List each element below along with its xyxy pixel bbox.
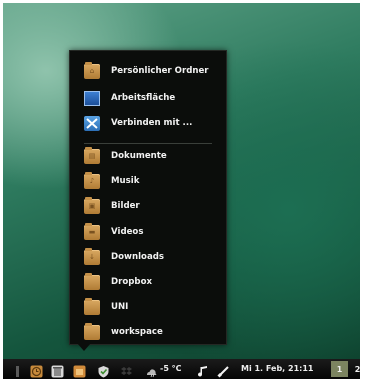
desktop: ⌂ Persönlicher Ordner Arbeitsfläche Verb…: [3, 3, 360, 379]
places-folder-icon[interactable]: [73, 363, 86, 378]
folder-icon: [84, 272, 100, 290]
menu-item-downloads[interactable]: ↓ Downloads: [84, 247, 224, 267]
menu-separator: [84, 143, 212, 144]
menu-item-dokumente[interactable]: ▤ Dokumente: [84, 146, 224, 166]
dropbox-icon[interactable]: [120, 363, 133, 376]
menu-item-label: Dokumente: [111, 151, 167, 161]
music-folder-icon: ♪: [84, 171, 100, 189]
menu-item-label: Musik: [111, 176, 140, 186]
workspace-1-button[interactable]: 1: [331, 361, 348, 377]
downloads-folder-icon: ↓: [84, 247, 100, 265]
menu-item-label: Verbinden mit ...: [111, 118, 193, 128]
menu-item-label: UNI: [111, 302, 129, 312]
trash-icon[interactable]: [51, 363, 64, 378]
menu-item-connect[interactable]: Verbinden mit ...: [84, 113, 224, 133]
panel-divider-icon: [11, 363, 24, 377]
menu-item-bilder[interactable]: ▣ Bilder: [84, 196, 224, 216]
menu-item-home[interactable]: ⌂ Persönlicher Ordner: [84, 61, 224, 81]
menu-item-label: Bilder: [111, 201, 140, 211]
menu-item-desktop[interactable]: Arbeitsfläche: [84, 88, 224, 108]
workspace-2-button[interactable]: 2: [349, 361, 360, 377]
weather-icon[interactable]: [145, 363, 158, 378]
temperature-label: -5 °C: [160, 364, 182, 373]
bottom-panel: -5 °C Mi 1. Feb, 21:11 1 2: [3, 359, 360, 379]
clock-label[interactable]: Mi 1. Feb, 21:11: [241, 364, 313, 373]
menu-item-label: workspace: [111, 327, 163, 337]
menu-item-label: Arbeitsfläche: [111, 93, 176, 103]
sound-icon[interactable]: [197, 363, 210, 377]
connect-to-server-icon: [84, 115, 100, 131]
network-icon[interactable]: [217, 363, 230, 378]
menu-pointer: [77, 343, 91, 351]
menu-item-label: Downloads: [111, 252, 165, 262]
clock-app-icon[interactable]: [30, 363, 43, 378]
folder-icon: [84, 322, 100, 340]
desktop-icon: [84, 90, 100, 106]
pictures-folder-icon: ▣: [84, 196, 100, 214]
menu-item-dropbox[interactable]: Dropbox: [84, 272, 224, 292]
menu-item-label: Dropbox: [111, 277, 153, 287]
places-menu: ⌂ Persönlicher Ordner Arbeitsfläche Verb…: [69, 50, 227, 345]
shield-icon[interactable]: [97, 363, 110, 378]
videos-folder-icon: ▬: [84, 222, 100, 240]
menu-item-label: Persönlicher Ordner: [111, 66, 209, 76]
menu-item-uni[interactable]: UNI: [84, 297, 224, 317]
menu-item-workspace[interactable]: workspace: [84, 322, 224, 342]
home-folder-icon: ⌂: [84, 61, 100, 79]
menu-item-videos[interactable]: ▬ Videos: [84, 222, 224, 242]
menu-item-label: Videos: [111, 227, 144, 237]
documents-folder-icon: ▤: [84, 146, 100, 164]
menu-item-musik[interactable]: ♪ Musik: [84, 171, 224, 191]
folder-icon: [84, 297, 100, 315]
